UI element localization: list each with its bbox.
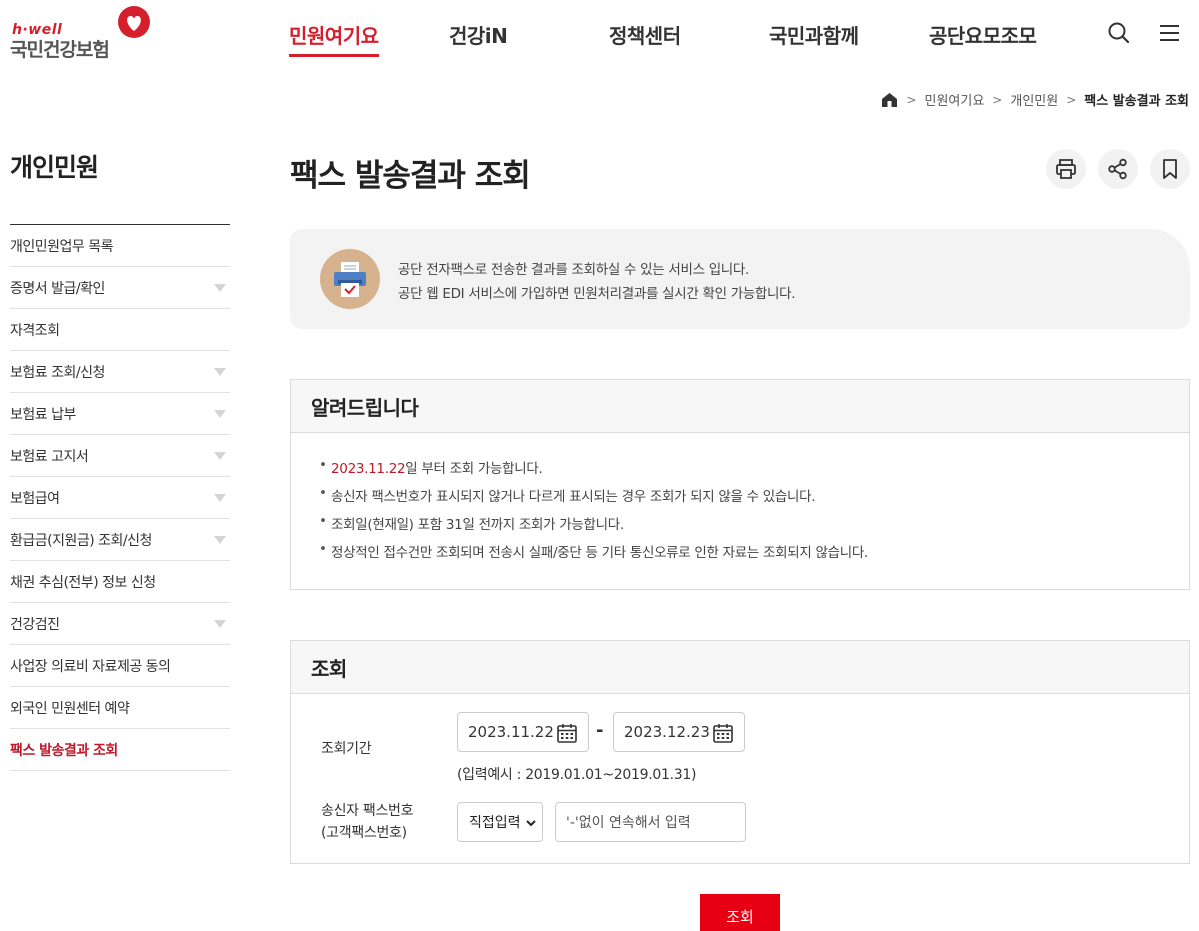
start-date-input[interactable]: 2023.11.22 <box>457 712 589 752</box>
intro-text: 공단 전자팩스로 전송한 결과를 조회하실 수 있는 서비스 입니다. <box>398 262 750 278</box>
fax-type-select[interactable]: 직접입력 <box>457 802 543 842</box>
notice-box: 알려드립니다 2023.11.22일 부터 조회 가능합니다. 송신자 팩스번호… <box>290 379 1190 590</box>
notice-item: 정상적인 접수건만 조회되며 전송시 실패/중단 등 기타 통신오류로 인한 자… <box>319 541 1189 569</box>
date-format-hint: (입력예시 : 2019.01.01~2019.01.31) <box>457 767 697 783</box>
sidebar-item[interactable]: 외국인 민원센터 예약 <box>10 687 230 729</box>
bookmark-icon <box>1163 159 1177 179</box>
chevron-right-icon: > <box>1066 92 1077 107</box>
sidebar-item-label: 보험료 납부 <box>10 406 76 423</box>
expand-arrow-icon[interactable] <box>214 409 226 418</box>
notice-item: 송신자 팩스번호가 표시되지 않거나 다르게 표시되는 경우 조회가 되지 않을… <box>319 485 1189 513</box>
heart-logo-icon <box>118 6 150 38</box>
gnb-item-about[interactable]: 공단요모조모 <box>929 20 1037 49</box>
sidebar-item[interactable]: 보험료 납부 <box>10 393 230 435</box>
search-box: 조회 조회기간 2023.11.22 - 2023.12.23 (입력예시 : … <box>290 640 1190 864</box>
print-button[interactable] <box>1046 149 1086 189</box>
sidebar-item[interactable]: 개인민원업무 목록 <box>10 225 230 267</box>
search-title: 조회 <box>291 641 1189 694</box>
breadcrumb-current: 팩스 발송결과 조회 <box>1084 94 1189 109</box>
fax-number-placeholder: '-'없이 연속해서 입력 <box>566 815 691 831</box>
sidebar-title: 개인민원 <box>10 153 99 182</box>
sidebar-item-label: 자격조회 <box>10 322 60 339</box>
expand-arrow-icon[interactable] <box>214 367 226 376</box>
sidebar-item-label: 건강검진 <box>10 616 60 633</box>
notice-date: 2023.11.22 <box>331 461 406 477</box>
sidebar-item[interactable]: 보험료 조회/신청 <box>10 351 230 393</box>
intro-box: 공단 전자팩스로 전송한 결과를 조회하실 수 있는 서비스 입니다. 공단 웹… <box>290 229 1190 329</box>
end-date-input[interactable]: 2023.12.23 <box>613 712 745 752</box>
fax-icon <box>334 262 366 297</box>
breadcrumb-item-personal[interactable]: 개인민원 <box>1010 90 1058 109</box>
fax-label: 송신자 팩스번호 <box>321 803 414 819</box>
sidebar-item[interactable]: 자격조회 <box>10 309 230 351</box>
fax-number-input[interactable]: '-'없이 연속해서 입력 <box>555 802 746 842</box>
sidebar-menu: 개인민원업무 목록증명서 발급/확인자격조회보험료 조회/신청보험료 납부보험료… <box>10 224 230 771</box>
intro-text: 공단 웹 EDI 서비스에 가입하면 민원처리결과를 실시간 확인 가능합니다. <box>398 286 796 302</box>
gnb-item-minwon[interactable]: 민원여기요 <box>289 20 379 57</box>
sidebar-item-label: 개인민원업무 목록 <box>10 238 114 255</box>
expand-arrow-icon[interactable] <box>214 283 226 292</box>
bookmark-button[interactable] <box>1150 149 1190 189</box>
sidebar-item-label: 환급금(지원금) 조회/신청 <box>10 532 152 549</box>
sidebar-item-label: 채권 추심(전부) 정보 신청 <box>10 574 156 591</box>
sidebar-item[interactable]: 환급금(지원금) 조회/신청 <box>10 519 230 561</box>
share-icon <box>1108 158 1127 180</box>
chevron-down-icon <box>526 820 536 827</box>
sidebar-item[interactable]: 보험료 고지서 <box>10 435 230 477</box>
notice-text: 일 부터 조회 가능합니다. <box>405 461 543 477</box>
expand-arrow-icon[interactable] <box>214 493 226 502</box>
chevron-right-icon: > <box>906 92 917 107</box>
sidebar-item[interactable]: 건강검진 <box>10 603 230 645</box>
sidebar-item-label: 보험급여 <box>10 490 60 507</box>
notice-item: 조회일(현재일) 포함 31일 전까지 조회가 가능합니다. <box>319 513 1189 541</box>
breadcrumb: > 민원여기요 > 개인민원 > 팩스 발송결과 조회 <box>881 90 1189 109</box>
calendar-icon[interactable] <box>712 722 734 744</box>
notice-title: 알려드립니다 <box>291 380 1189 433</box>
sidebar-item[interactable]: 사업장 의료비 자료제공 동의 <box>10 645 230 687</box>
sidebar-item[interactable]: 팩스 발송결과 조회 <box>10 729 230 771</box>
start-date-value: 2023.11.22 <box>468 723 554 741</box>
search-submit-button[interactable]: 조회 <box>700 894 780 931</box>
share-button[interactable] <box>1098 149 1138 189</box>
sidebar-item[interactable]: 보험급여 <box>10 477 230 519</box>
menu-icon[interactable] <box>1157 20 1183 46</box>
chevron-right-icon: > <box>992 92 1003 107</box>
expand-arrow-icon[interactable] <box>214 535 226 544</box>
search-icon[interactable] <box>1106 20 1132 46</box>
sidebar-item-label: 보험료 조회/신청 <box>10 364 105 381</box>
sidebar-item[interactable]: 증명서 발급/확인 <box>10 267 230 309</box>
sidebar-item[interactable]: 채권 추심(전부) 정보 신청 <box>10 561 230 603</box>
calendar-icon[interactable] <box>556 722 578 744</box>
print-icon <box>1056 159 1076 179</box>
intro-icon-circle <box>320 249 380 309</box>
sidebar-item-label: 보험료 고지서 <box>10 448 89 465</box>
site-logo[interactable]: h·well 국민건강보험 <box>10 6 155 61</box>
end-date-value: 2023.12.23 <box>624 723 710 741</box>
sidebar-item-label: 사업장 의료비 자료제공 동의 <box>10 658 171 675</box>
expand-arrow-icon[interactable] <box>214 451 226 460</box>
page-title: 팩스 발송결과 조회 <box>290 158 531 194</box>
gnb-item-policy[interactable]: 정책센터 <box>609 20 681 49</box>
home-icon[interactable] <box>881 92 898 108</box>
sidebar-item-label: 외국인 민원센터 예약 <box>10 700 130 717</box>
notice-item: 2023.11.22일 부터 조회 가능합니다. <box>319 457 1189 485</box>
period-label: 조회기간 <box>321 741 372 757</box>
logo-name: 국민건강보험 <box>10 39 110 61</box>
breadcrumb-item-minwon[interactable]: 민원여기요 <box>924 90 984 109</box>
expand-arrow-icon[interactable] <box>214 619 226 628</box>
sidebar-item-label: 팩스 발송결과 조회 <box>10 742 118 759</box>
notice-list: 2023.11.22일 부터 조회 가능합니다. 송신자 팩스번호가 표시되지 … <box>291 433 1189 569</box>
date-separator: - <box>596 720 604 741</box>
gnb-item-health[interactable]: 건강iN <box>449 20 508 49</box>
sidebar-item-label: 증명서 발급/확인 <box>10 280 105 297</box>
fax-label-sub: (고객팩스번호) <box>321 825 407 841</box>
fax-type-selected: 직접입력 <box>469 815 521 831</box>
gnb-item-together[interactable]: 국민과함께 <box>769 20 859 49</box>
